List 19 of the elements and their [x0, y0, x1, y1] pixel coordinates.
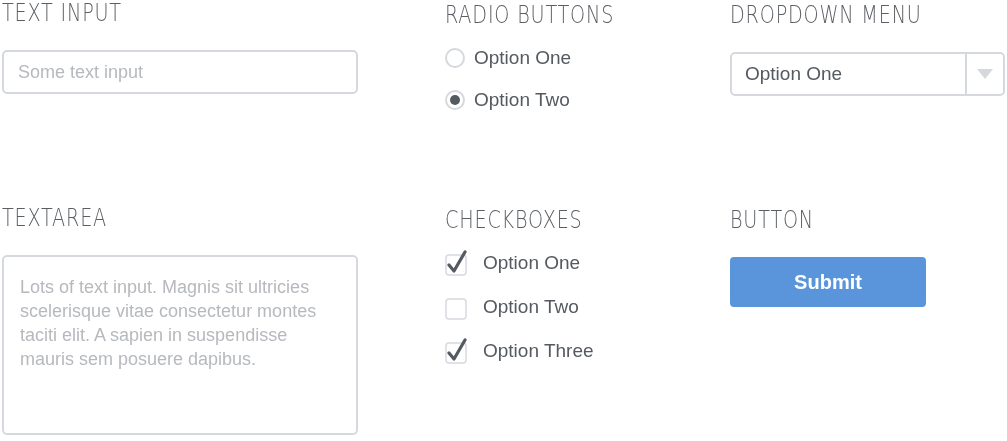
checkbox-label: Option Two [483, 296, 579, 318]
checkbox-label: Option Three [483, 340, 594, 362]
section-heading: BUTTON [730, 205, 815, 235]
section-heading: DROPDOWN MENU [730, 0, 922, 30]
section-heading: CHECKBOXES [445, 205, 583, 235]
radio-label: Option Two [474, 89, 570, 111]
textarea[interactable]: Lots of text input. Magnis sit ultricies scelerisque vitae consectetur montes taciti elit. A sapien in suspendisse mauris sem posuere dapibus. [2, 255, 358, 435]
checkbox[interactable] [445, 338, 469, 364]
checkbox[interactable] [445, 250, 469, 276]
radio-button[interactable] [445, 48, 465, 68]
radio-button[interactable] [445, 90, 465, 110]
caret-icon [977, 69, 993, 79]
text-input[interactable]: Some text input [2, 50, 358, 94]
dropdown-menu[interactable]: Option One [730, 52, 1005, 96]
section-heading: RADIO BUTTONS [445, 0, 615, 30]
radio-label: Option One [474, 47, 572, 69]
section-heading: TEXTAREA [2, 203, 108, 233]
checkbox-label: Option One [483, 252, 581, 274]
section-heading: TEXT INPUT [2, 0, 122, 28]
